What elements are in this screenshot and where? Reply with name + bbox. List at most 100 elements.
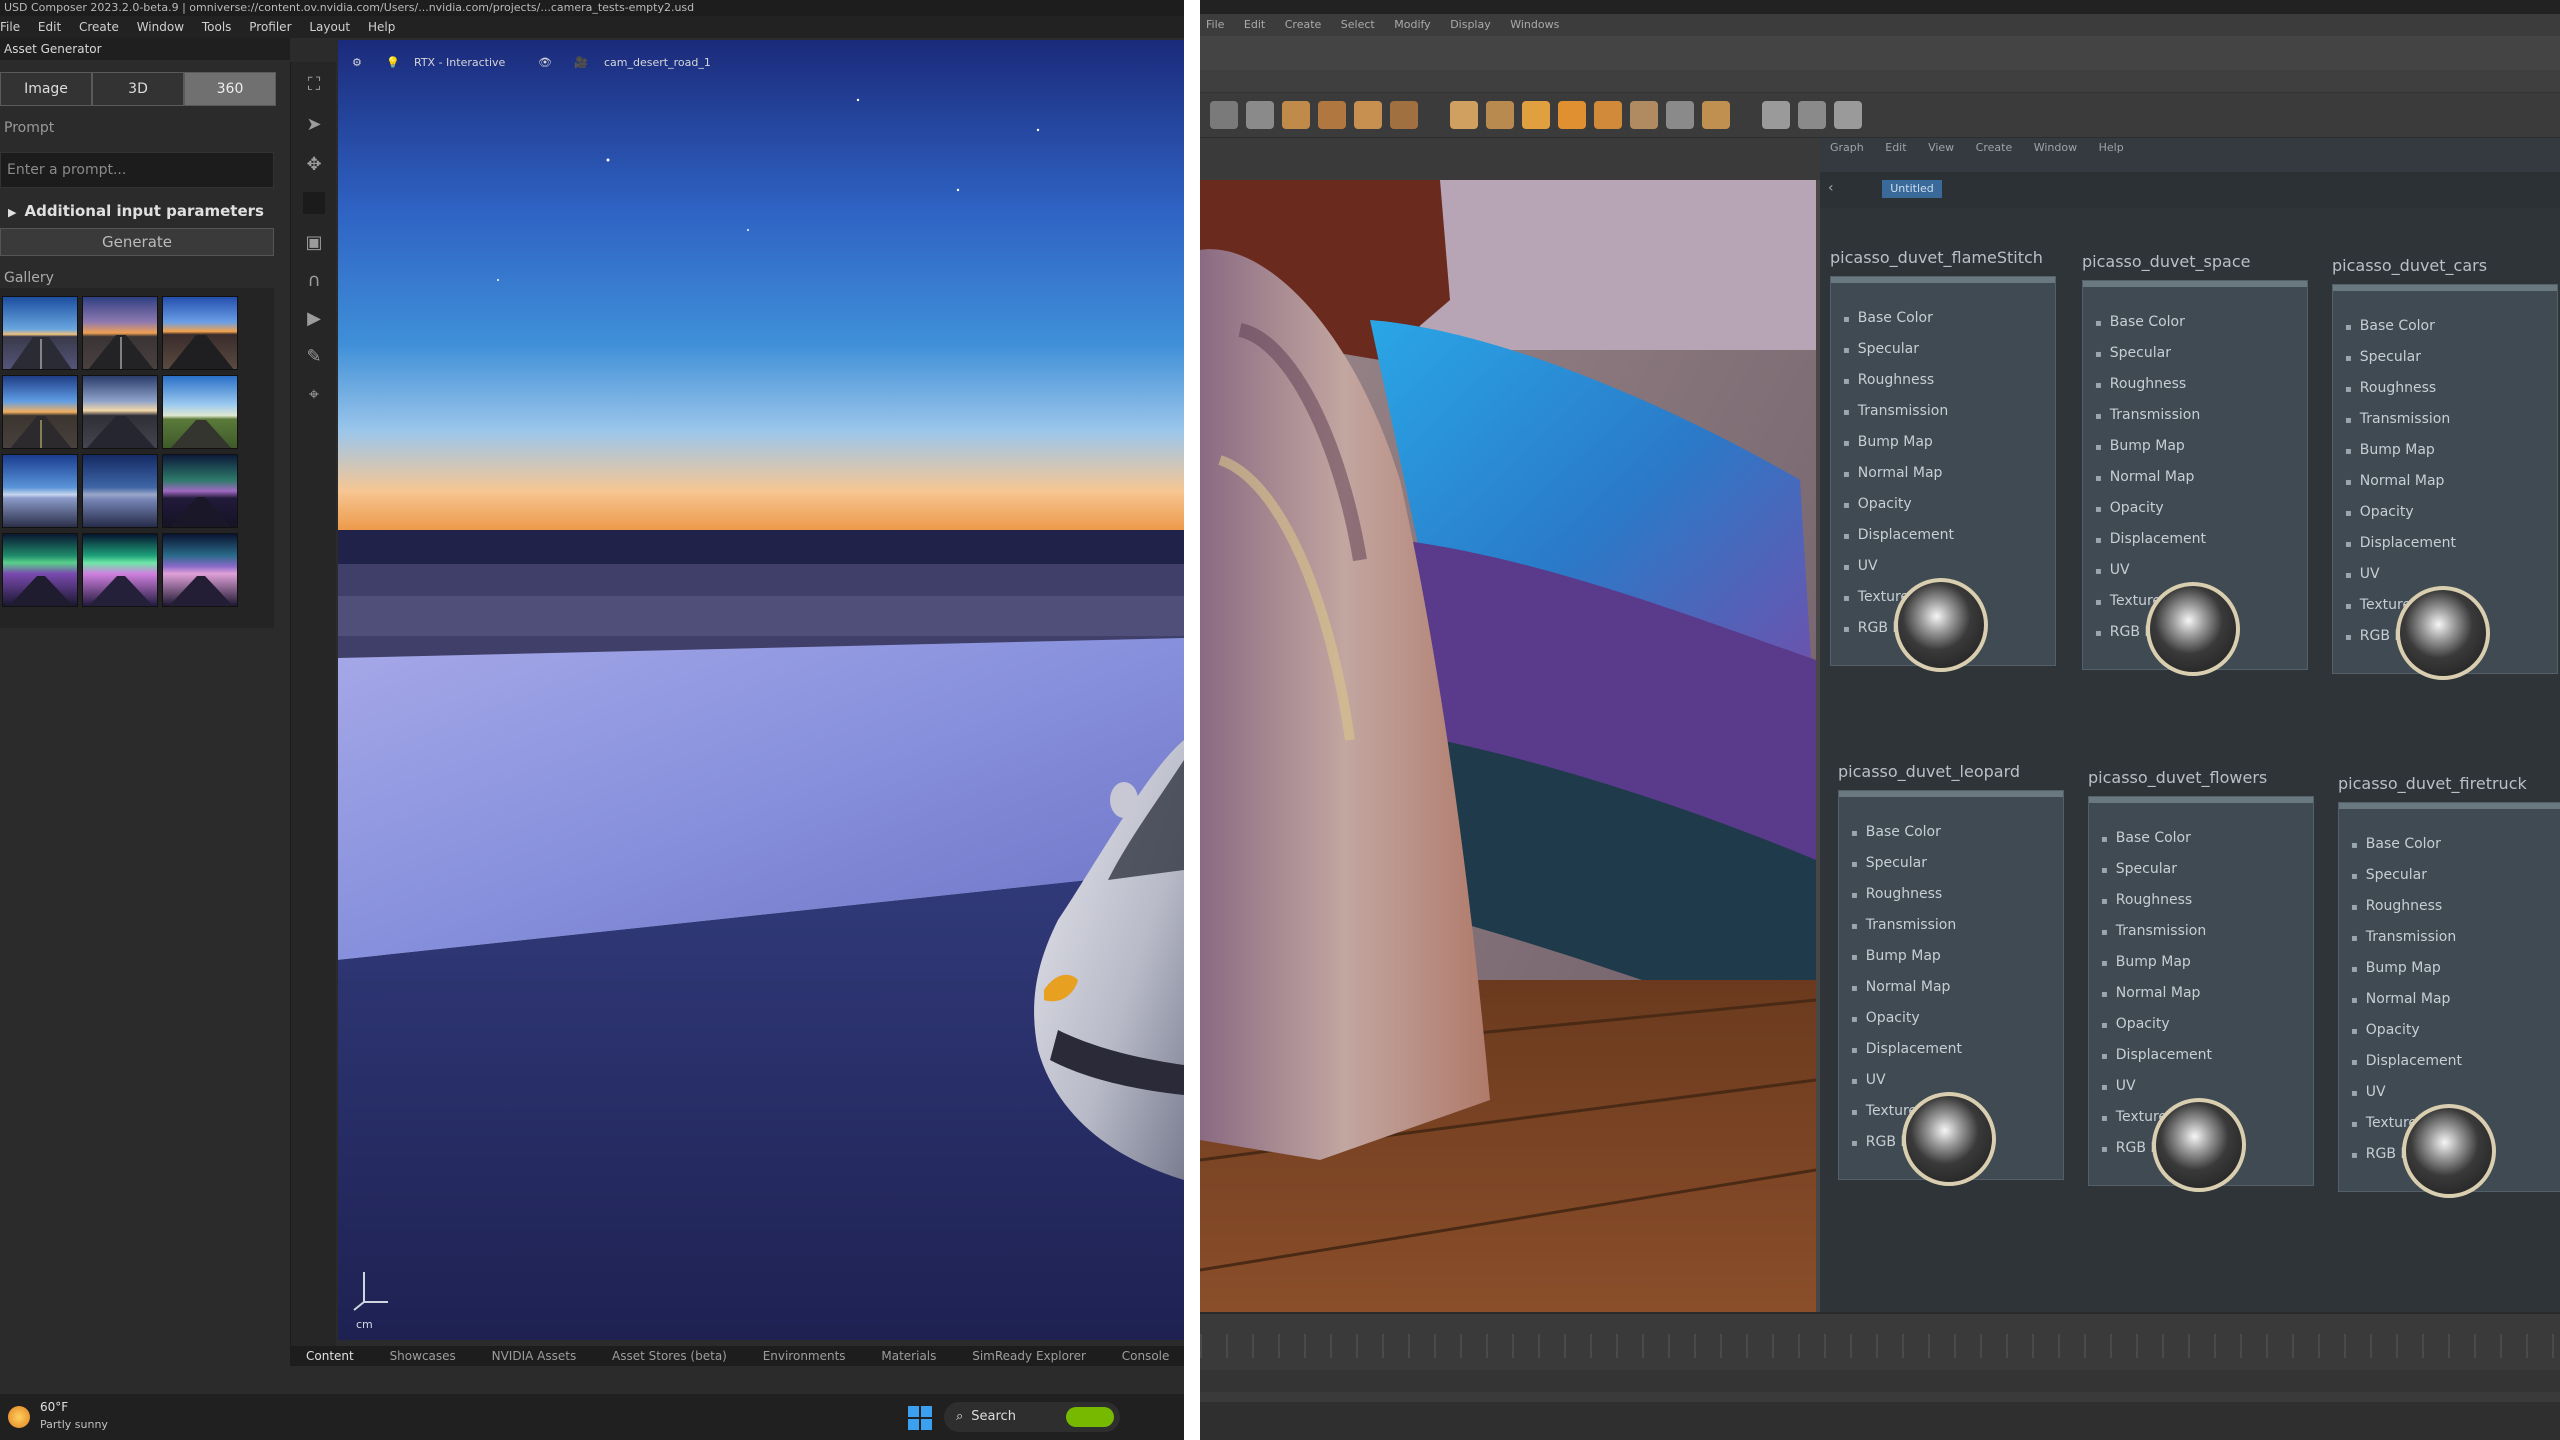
gallery-thumbnail[interactable] — [162, 296, 238, 370]
generate-button[interactable]: Generate — [0, 228, 274, 256]
attr-transmission[interactable]: Transmission — [1851, 910, 1962, 941]
camera-icon[interactable]: 🎥 — [574, 56, 588, 69]
lightbulb-icon[interactable]: 💡 — [386, 56, 400, 69]
hs-menu-graph[interactable]: Graph — [1830, 141, 1864, 154]
tab-content[interactable]: Content — [306, 1349, 354, 1363]
material-sphere-icon[interactable] — [2146, 582, 2240, 676]
menu-select[interactable]: Select — [1341, 18, 1375, 31]
menu-file[interactable]: File — [1206, 18, 1224, 31]
gallery-thumbnail[interactable] — [82, 296, 158, 370]
hs-menu-create[interactable]: Create — [1976, 141, 2013, 154]
attr-displacement[interactable]: Displacement — [2095, 524, 2206, 555]
rotate-icon[interactable] — [303, 192, 325, 214]
attr-roughness[interactable]: Roughness — [1843, 365, 1954, 396]
gallery-thumbnail[interactable] — [2, 296, 78, 370]
shelf-tool-icon[interactable] — [1390, 101, 1418, 129]
attr-base-color[interactable]: Base Color — [2351, 829, 2462, 860]
material-sphere-icon[interactable] — [1894, 578, 1988, 672]
attr-transmission[interactable]: Transmission — [2095, 400, 2206, 431]
shelf-tool-icon[interactable] — [1702, 101, 1730, 129]
shader-node[interactable]: picasso_duvet_cars Base Color Specular R… — [2332, 256, 2558, 680]
attr-bump-map[interactable]: Bump Map — [2101, 947, 2212, 978]
attr-roughness[interactable]: Roughness — [2345, 373, 2456, 404]
shelf-tool-icon[interactable] — [1450, 101, 1478, 129]
hs-menu-help[interactable]: Help — [2099, 141, 2124, 154]
render-mode-label[interactable]: RTX - Interactive — [414, 56, 505, 69]
viewport-render[interactable] — [1200, 180, 1816, 1312]
hs-menu-view[interactable]: View — [1928, 141, 1954, 154]
gallery-thumbnail[interactable] — [2, 533, 78, 607]
attr-opacity[interactable]: Opacity — [2351, 1015, 2462, 1046]
attr-roughness[interactable]: Roughness — [2095, 369, 2206, 400]
paint-icon[interactable]: ✎ — [303, 346, 325, 368]
gallery-thumbnail[interactable] — [82, 533, 158, 607]
play-icon[interactable]: ▶ — [303, 308, 325, 330]
command-line[interactable] — [1200, 1402, 2560, 1440]
menu-edit[interactable]: Edit — [38, 20, 61, 34]
menu-help[interactable]: Help — [368, 20, 395, 34]
attr-specular[interactable]: Specular — [1851, 848, 1962, 879]
mode-3d-button[interactable]: 3D — [92, 72, 184, 106]
viewport[interactable]: ⚙ 💡 RTX - Interactive 👁 🎥 cam_desert_roa… — [338, 40, 1184, 1340]
attr-normal-map[interactable]: Normal Map — [2095, 462, 2206, 493]
settings-icon[interactable]: ⚙ — [352, 56, 362, 69]
attr-opacity[interactable]: Opacity — [2101, 1009, 2212, 1040]
hs-menu-window[interactable]: Window — [2034, 141, 2077, 154]
attr-base-color[interactable]: Base Color — [2345, 311, 2456, 342]
waypoint-icon[interactable]: ⌖ — [303, 384, 325, 406]
attr-transmission[interactable]: Transmission — [1843, 396, 1954, 427]
attr-opacity[interactable]: Opacity — [1851, 1003, 1962, 1034]
range-slider[interactable] — [1200, 1370, 2560, 1392]
attr-displacement[interactable]: Displacement — [1851, 1034, 1962, 1065]
attr-normal-map[interactable]: Normal Map — [1851, 972, 1962, 1003]
weather-icon[interactable] — [8, 1406, 30, 1428]
shader-node[interactable]: picasso_duvet_space Base Color Specular … — [2082, 252, 2308, 676]
hs-menu-edit[interactable]: Edit — [1885, 141, 1906, 154]
attr-normal-map[interactable]: Normal Map — [1843, 458, 1954, 489]
menu-create[interactable]: Create — [79, 20, 119, 34]
attr-transmission[interactable]: Transmission — [2351, 922, 2462, 953]
shelf-tool-icon[interactable] — [1522, 101, 1550, 129]
shelf-tool-icon[interactable] — [1246, 101, 1274, 129]
material-sphere-icon[interactable] — [2152, 1098, 2246, 1192]
attr-transmission[interactable]: Transmission — [2345, 404, 2456, 435]
attr-specular[interactable]: Specular — [2351, 860, 2462, 891]
attr-opacity[interactable]: Opacity — [1843, 489, 1954, 520]
time-slider[interactable] — [1200, 1334, 2560, 1358]
shelf-tool-icon[interactable] — [1318, 101, 1346, 129]
material-sphere-icon[interactable] — [2402, 1104, 2496, 1198]
shelf-tool-icon[interactable] — [1798, 101, 1826, 129]
menu-modify[interactable]: Modify — [1394, 18, 1430, 31]
menu-create[interactable]: Create — [1285, 18, 1322, 31]
attr-specular[interactable]: Specular — [1843, 334, 1954, 365]
tab-materials[interactable]: Materials — [881, 1349, 936, 1363]
material-sphere-icon[interactable] — [2396, 586, 2490, 680]
windows-start-icon[interactable] — [908, 1406, 932, 1430]
tab-untitled[interactable]: Untitled — [1882, 180, 1942, 198]
additional-params-toggle[interactable]: ▶ Additional input parameters — [0, 200, 274, 222]
attr-opacity[interactable]: Opacity — [2095, 493, 2206, 524]
attr-displacement[interactable]: Displacement — [2345, 528, 2456, 559]
shader-node[interactable]: picasso_duvet_firetruck Base Color Specu… — [2338, 774, 2560, 1198]
asset-generator-tab[interactable]: Asset Generator — [0, 38, 290, 60]
menu-display[interactable]: Display — [1450, 18, 1491, 31]
attr-bump-map[interactable]: Bump Map — [1843, 427, 1954, 458]
attr-opacity[interactable]: Opacity — [2345, 497, 2456, 528]
attr-base-color[interactable]: Base Color — [2095, 307, 2206, 338]
shader-node[interactable]: picasso_duvet_leopard Base Color Specula… — [1838, 762, 2064, 1186]
menu-edit[interactable]: Edit — [1244, 18, 1265, 31]
menu-window[interactable]: Window — [137, 20, 184, 34]
attr-normal-map[interactable]: Normal Map — [2101, 978, 2212, 1009]
shelf-tool-icon[interactable] — [1834, 101, 1862, 129]
menu-layout[interactable]: Layout — [309, 20, 350, 34]
attr-normal-map[interactable]: Normal Map — [2345, 466, 2456, 497]
attr-transmission[interactable]: Transmission — [2101, 916, 2212, 947]
shelf-tool-icon[interactable] — [1486, 101, 1514, 129]
tab-showcases[interactable]: Showcases — [390, 1349, 456, 1363]
mode-image-button[interactable]: Image — [0, 72, 92, 106]
snap-icon[interactable]: ∩ — [303, 270, 325, 292]
timeline[interactable] — [1200, 1312, 2560, 1440]
attr-displacement[interactable]: Displacement — [2101, 1040, 2212, 1071]
gallery-thumbnail[interactable] — [2, 375, 78, 449]
camera-name[interactable]: cam_desert_road_1 — [604, 56, 711, 69]
